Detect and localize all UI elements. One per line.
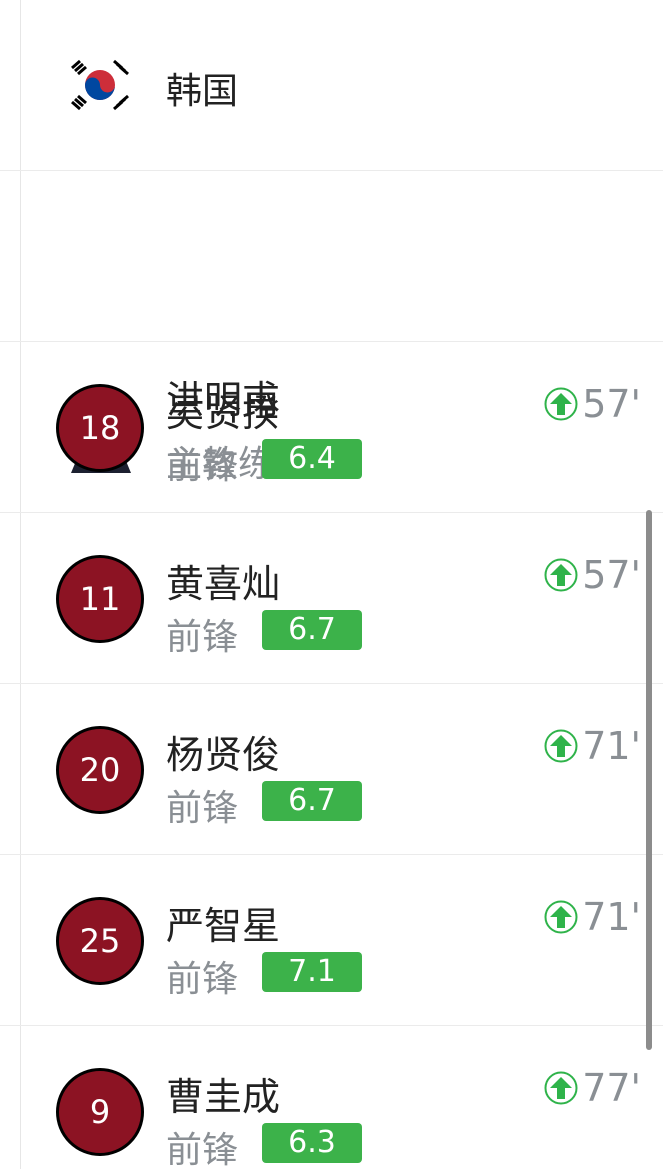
team-header[interactable]: 韩国 — [0, 0, 663, 171]
substitution-minute: 71' — [582, 724, 641, 768]
arrow-up-circle-icon — [544, 387, 578, 421]
player-name: 吴贤揆 — [166, 391, 281, 435]
substitution-minute: 71' — [582, 895, 641, 939]
substitution-indicator: 77' — [544, 1066, 641, 1110]
jersey-number: 11 — [56, 555, 144, 643]
player-position: 前锋 — [166, 959, 239, 1000]
substitution-minute: 57' — [582, 553, 641, 597]
player-name: 曹圭成 — [166, 1075, 281, 1119]
arrow-up-circle-icon — [544, 729, 578, 763]
player-position: 前锋 — [166, 446, 239, 487]
substitution-indicator: 57' — [544, 553, 641, 597]
team-name: 韩国 — [166, 71, 239, 112]
player-rating: 7.1 — [262, 952, 362, 992]
player-row[interactable]: 9 曹圭成 前锋 6.3 77' — [0, 1026, 663, 1171]
scrollbar[interactable] — [646, 510, 652, 1050]
player-row[interactable]: 20 杨贤俊 前锋 6.7 71' — [0, 684, 663, 855]
player-rating: 6.7 — [262, 610, 362, 650]
arrow-up-circle-icon — [544, 900, 578, 934]
player-name: 黄喜灿 — [166, 562, 281, 606]
player-rating: 6.7 — [262, 781, 362, 821]
substitution-indicator: 57' — [544, 382, 641, 426]
player-rating: 6.4 — [262, 439, 362, 479]
arrow-up-circle-icon — [544, 1071, 578, 1105]
jersey-number: 25 — [56, 897, 144, 985]
substitution-indicator: 71' — [544, 895, 641, 939]
substitution-indicator: 71' — [544, 724, 641, 768]
player-row[interactable]: 11 黄喜灿 前锋 6.7 57' — [0, 513, 663, 684]
south-korea-flag-icon — [66, 58, 134, 112]
arrow-up-circle-icon — [544, 558, 578, 592]
player-row[interactable]: 25 严智星 前锋 7.1 71' — [0, 855, 663, 1026]
player-position: 前锋 — [166, 617, 239, 658]
substitution-minute: 57' — [582, 382, 641, 426]
player-name: 杨贤俊 — [166, 733, 281, 777]
player-name: 严智星 — [166, 904, 281, 948]
player-position: 前锋 — [166, 1130, 239, 1171]
player-row[interactable]: 18 吴贤揆 前锋 6.4 57' — [0, 342, 663, 513]
player-position: 前锋 — [166, 788, 239, 829]
substitution-minute: 77' — [582, 1066, 641, 1110]
player-rating: 6.3 — [262, 1123, 362, 1163]
coach-row[interactable]: 洪明甫 主教练 — [0, 171, 663, 485]
jersey-number: 9 — [56, 1068, 144, 1156]
jersey-number: 20 — [56, 726, 144, 814]
jersey-number: 18 — [56, 384, 144, 472]
